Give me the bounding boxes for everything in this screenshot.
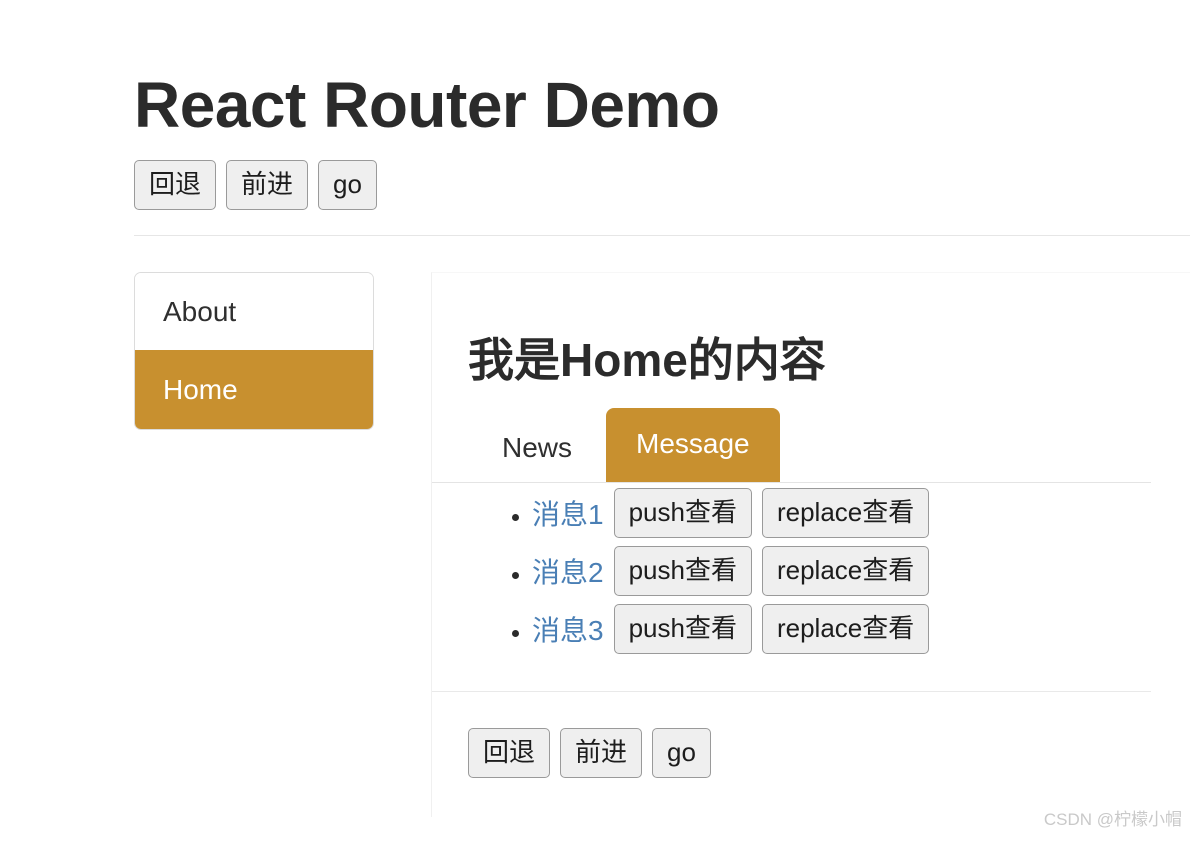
list-item: 消息2 push查看 replace查看: [532, 545, 1190, 597]
content-back-button[interactable]: 回退: [468, 727, 551, 778]
message-list: 消息1 push查看 replace查看 消息2 push查看 replace查…: [468, 487, 1190, 655]
message-row: 消息3 push查看 replace查看: [532, 603, 1190, 655]
message-link-3[interactable]: 消息3: [532, 609, 604, 649]
page-root: React Router Demo 回退 前进 go About Home 我是…: [134, 0, 1190, 817]
message-link-2[interactable]: 消息2: [532, 551, 604, 591]
tab-message[interactable]: Message: [606, 407, 780, 482]
content-go-button[interactable]: go: [652, 727, 711, 778]
top-history-button-group: 回退 前进 go: [134, 159, 1190, 210]
replace-view-button-3[interactable]: replace查看: [761, 603, 930, 654]
body-layout: About Home 我是Home的内容 News Message 消息1 pu…: [134, 271, 1190, 817]
page-title: React Router Demo: [134, 69, 720, 141]
list-item: 消息1 push查看 replace查看: [532, 487, 1190, 539]
sidebar-item-home[interactable]: Home: [135, 350, 373, 429]
header-divider: [134, 234, 1190, 236]
tab-news[interactable]: News: [468, 416, 606, 482]
list-item: 消息3 push查看 replace查看: [532, 603, 1190, 655]
top-go-button[interactable]: go: [318, 159, 377, 210]
watermark: CSDN @柠檬小帽: [1043, 810, 1182, 829]
replace-view-button-2[interactable]: replace查看: [761, 545, 930, 596]
top-back-button[interactable]: 回退: [134, 159, 217, 210]
content-history-button-group: 回退 前进 go: [468, 727, 1190, 778]
top-forward-button[interactable]: 前进: [226, 159, 309, 210]
message-link-1[interactable]: 消息1: [532, 493, 604, 533]
message-row: 消息2 push查看 replace查看: [532, 545, 1190, 597]
content-panel: 我是Home的内容 News Message 消息1 push查看 replac…: [431, 271, 1190, 817]
content-heading: 我是Home的内容: [468, 333, 826, 386]
message-row: 消息1 push查看 replace查看: [532, 487, 1190, 539]
push-view-button-2[interactable]: push查看: [613, 545, 752, 596]
sidebar-nav: About Home: [134, 271, 374, 430]
replace-view-button-1[interactable]: replace查看: [761, 487, 930, 538]
content-forward-button[interactable]: 前进: [560, 727, 643, 778]
push-view-button-3[interactable]: push查看: [613, 603, 752, 654]
content-tabs: News Message: [468, 407, 1190, 482]
push-view-button-1[interactable]: push查看: [613, 487, 752, 538]
content-footer-divider: [432, 690, 1151, 692]
tab-divider: [432, 481, 1151, 483]
sidebar-item-about[interactable]: About: [135, 272, 373, 351]
